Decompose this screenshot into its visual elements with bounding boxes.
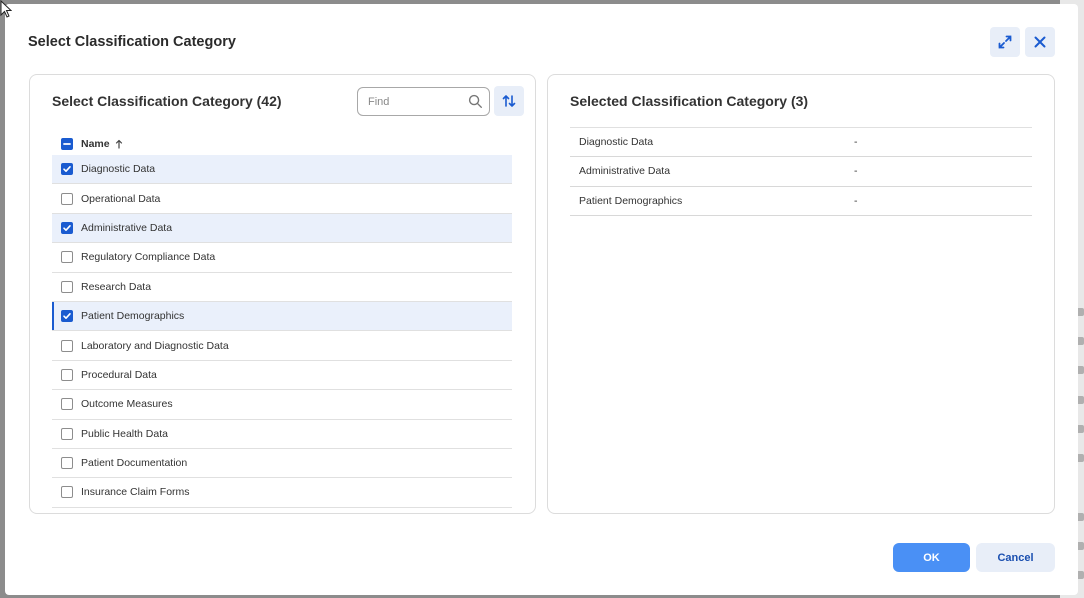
close-button[interactable] <box>1025 27 1055 57</box>
search-icon[interactable] <box>468 94 483 109</box>
item-label: Patient Demographics <box>81 310 185 323</box>
item-checkbox[interactable] <box>61 310 73 323</box>
available-categories-panel: Select Classification Category (42) Name… <box>29 74 536 514</box>
item-label: Patient Documentation <box>81 457 188 470</box>
ok-button[interactable]: OK <box>893 543 970 572</box>
close-icon <box>1034 36 1046 48</box>
list-item[interactable]: Administrative Data <box>52 213 512 244</box>
name-column-header[interactable]: Name <box>81 138 110 150</box>
item-label: Public Health Data <box>81 427 168 440</box>
search-input[interactable] <box>368 94 464 110</box>
checkmark-icon <box>63 224 71 231</box>
selected-item-row[interactable]: Patient Demographics - <box>570 187 1032 216</box>
item-label: Research Data <box>81 280 152 293</box>
mouse-cursor-icon <box>0 0 12 18</box>
selected-item-value: - <box>854 136 858 149</box>
available-categories-heading: Select Classification Category (42) <box>52 93 282 109</box>
list-item[interactable]: Laboratory and Diagnostic Data <box>52 331 512 361</box>
classification-dialog: Select Classification Category Select Cl… <box>5 4 1078 595</box>
selected-item-value: - <box>854 194 858 207</box>
selected-categories-heading: Selected Classification Category (3) <box>570 93 809 109</box>
sort-arrows-icon <box>502 95 516 107</box>
category-list: Diagnostic Data Operational Data Administr… <box>52 155 512 508</box>
list-item[interactable]: Diagnostic Data <box>52 155 512 185</box>
item-checkbox[interactable] <box>61 427 73 440</box>
selected-item-row[interactable]: Diagnostic Data - <box>570 128 1032 158</box>
list-item[interactable]: Patient Demographics <box>52 301 512 332</box>
sort-button[interactable] <box>494 86 524 116</box>
selected-categories-panel: Selected Classification Category (3) Dia… <box>547 74 1055 514</box>
item-checkbox[interactable] <box>61 339 73 352</box>
selected-item-name: Administrative Data <box>579 165 671 178</box>
list-item[interactable]: Operational Data <box>52 184 512 214</box>
item-checkbox[interactable] <box>61 457 73 470</box>
expand-icon <box>998 35 1012 49</box>
item-label: Procedural Data <box>81 368 157 381</box>
cancel-button[interactable]: Cancel <box>976 543 1055 572</box>
list-item[interactable]: Procedural Data <box>52 361 512 391</box>
item-checkbox[interactable] <box>61 280 73 293</box>
item-label: Regulatory Compliance Data <box>81 251 216 264</box>
selected-item-name: Patient Demographics <box>579 194 683 207</box>
selected-category-list: Diagnostic Data - Administrative Data - Pati… <box>570 127 1032 216</box>
list-item[interactable]: Regulatory Compliance Data <box>52 243 512 273</box>
selected-item-row[interactable]: Administrative Data - <box>570 157 1032 187</box>
item-label: Administrative Data <box>81 221 173 234</box>
item-checkbox[interactable] <box>61 163 73 176</box>
list-header: Name <box>52 133 512 155</box>
sort-ascending-icon <box>115 139 122 149</box>
dialog-title: Select Classification Category <box>28 34 236 50</box>
selected-item-name: Diagnostic Data <box>579 136 654 149</box>
item-label: Diagnostic Data <box>81 163 156 176</box>
search-box[interactable] <box>357 87 490 116</box>
list-item[interactable]: Outcome Measures <box>52 390 512 420</box>
expand-button[interactable] <box>990 27 1020 57</box>
item-label: Laboratory and Diagnostic Data <box>81 339 229 352</box>
item-checkbox[interactable] <box>61 398 73 411</box>
item-label: Operational Data <box>81 192 161 205</box>
minus-icon <box>63 143 71 145</box>
item-checkbox[interactable] <box>61 192 73 205</box>
item-checkbox[interactable] <box>61 221 73 234</box>
item-label: Insurance Claim Forms <box>81 486 190 499</box>
checkmark-icon <box>63 166 71 173</box>
list-item[interactable]: Research Data <box>52 273 512 302</box>
select-all-checkbox[interactable] <box>61 138 73 150</box>
list-item[interactable]: Insurance Claim Forms <box>52 478 512 508</box>
item-label: Outcome Measures <box>81 398 173 411</box>
item-checkbox[interactable] <box>61 251 73 264</box>
item-checkbox[interactable] <box>61 486 73 499</box>
list-item[interactable]: Patient Documentation <box>52 449 512 479</box>
selected-item-value: - <box>854 165 858 178</box>
list-item[interactable]: Public Health Data <box>52 420 512 449</box>
item-checkbox[interactable] <box>61 368 73 381</box>
checkmark-icon <box>63 313 71 320</box>
